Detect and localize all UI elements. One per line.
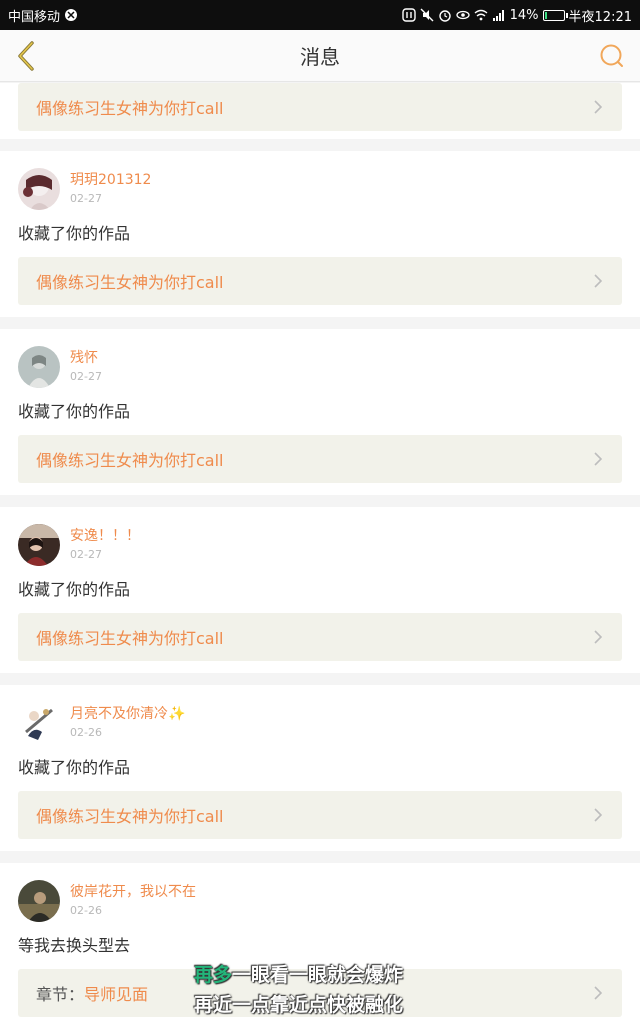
avatar[interactable]: [18, 524, 60, 566]
signal-icon: [492, 10, 504, 21]
back-arrow-icon: [18, 41, 34, 71]
work-title: 偶像练习生女神为你打call: [36, 629, 224, 648]
user-row: 玥玥201312 02-27: [18, 167, 622, 211]
chevron-right-icon: [594, 274, 603, 288]
message-date: 02-27: [70, 548, 102, 561]
avatar[interactable]: [18, 168, 60, 210]
user-row: 安逸！！！ 02-27: [18, 523, 622, 567]
work-link[interactable]: 偶像练习生女神为你打call: [18, 435, 622, 483]
work-link[interactable]: 偶像练习生女神为你打call: [18, 613, 622, 661]
search-button[interactable]: [596, 40, 628, 72]
username[interactable]: 安逸！！！: [70, 527, 140, 545]
username[interactable]: 月亮不及你清冷✨: [70, 705, 185, 723]
user-meta: 玥玥201312 02-27: [70, 171, 151, 207]
app-header: 消息: [0, 30, 640, 82]
work-title: 偶像练习生女神为你打call: [36, 99, 224, 118]
user-row: 残怀 02-27: [18, 345, 622, 389]
message-card: 月亮不及你清冷✨ 02-26 收藏了你的作品 偶像练习生女神为你打call: [0, 685, 640, 851]
work-link[interactable]: 偶像练习生女神为你打call: [18, 791, 622, 839]
mute-icon: [420, 8, 434, 22]
message-card: 安逸！！！ 02-27 收藏了你的作品 偶像练习生女神为你打call: [0, 507, 640, 673]
work-link[interactable]: 偶像练习生女神为你打call: [18, 83, 622, 131]
message-date: 02-26: [70, 904, 102, 917]
username[interactable]: 玥玥201312: [70, 171, 151, 189]
message-date: 02-27: [70, 192, 102, 205]
work-link[interactable]: 偶像练习生女神为你打call: [18, 257, 622, 305]
avatar[interactable]: [18, 346, 60, 388]
user-meta: 残怀 02-27: [70, 349, 102, 385]
chevron-right-icon: [594, 986, 603, 1000]
battery-level-fill: [544, 11, 548, 19]
alarm-icon: [438, 10, 451, 22]
username[interactable]: 残怀: [70, 349, 102, 367]
action-text: 收藏了你的作品: [18, 224, 131, 243]
page-title: 消息: [300, 45, 340, 69]
message-card: 彼岸花开，我以不在 02-26 等我去换头型去 章节：导师见面: [0, 863, 640, 1024]
chevron-right-icon: [594, 452, 603, 466]
chapter-label: 章节：: [36, 985, 85, 1004]
wifi-icon: [474, 9, 488, 21]
user-meta: 安逸！！！ 02-27: [70, 527, 140, 563]
status-bar-left: 中国移动: [8, 6, 78, 25]
avatar[interactable]: [18, 880, 60, 922]
clock: 半夜12:21: [568, 9, 632, 25]
username[interactable]: 彼岸花开，我以不在: [70, 883, 196, 901]
user-row: 彼岸花开，我以不在 02-26: [18, 879, 622, 923]
message-card: 玥玥201312 02-27 收藏了你的作品 偶像练习生女神为你打call: [0, 151, 640, 317]
avatar[interactable]: [18, 702, 60, 744]
work-title: 偶像练习生女神为你打call: [36, 451, 224, 470]
chevron-right-icon: [594, 100, 603, 114]
action-text: 收藏了你的作品: [18, 580, 131, 599]
user-meta: 彼岸花开，我以不在 02-26: [70, 883, 196, 919]
message-card: 残怀 02-27 收藏了你的作品 偶像练习生女神为你打call: [0, 329, 640, 495]
eye-icon: [455, 10, 470, 20]
user-meta: 月亮不及你清冷✨ 02-26: [70, 705, 185, 741]
work-title: 偶像练习生女神为你打call: [36, 273, 224, 292]
status-bar: 中国移动 14% 半夜12:21: [0, 0, 640, 30]
status-bar-right: 14% 半夜12:21: [401, 6, 632, 25]
message-date: 02-27: [70, 370, 102, 383]
battery-icon: [542, 9, 568, 21]
work-title: 偶像练习生女神为你打call: [36, 807, 224, 826]
chevron-right-icon: [594, 630, 603, 644]
message-list[interactable]: 偶像练习生女神为你打call 玥玥201312 02-27 收藏了你的作品 偶像…: [0, 83, 640, 1024]
nfc-icon: [401, 8, 416, 22]
chevron-right-icon: [594, 808, 603, 822]
partial-message-card: 偶像练习生女神为你打call: [0, 83, 640, 139]
action-text: 收藏了你的作品: [18, 402, 131, 421]
hd-icon: [65, 9, 78, 21]
comment-text: 等我去换头型去: [18, 936, 131, 955]
search-icon: [600, 44, 623, 67]
message-date: 02-26: [70, 726, 102, 739]
action-text: 收藏了你的作品: [18, 758, 131, 777]
battery-percent: 14%: [509, 7, 539, 23]
chapter-info: 章节：导师见面: [36, 981, 148, 1005]
user-row: 月亮不及你清冷✨ 02-26: [18, 701, 622, 745]
chapter-name: 导师见面: [84, 985, 149, 1004]
carrier-name: 中国移动: [8, 9, 61, 25]
back-button[interactable]: [8, 38, 44, 74]
chapter-link[interactable]: 章节：导师见面: [18, 969, 622, 1017]
